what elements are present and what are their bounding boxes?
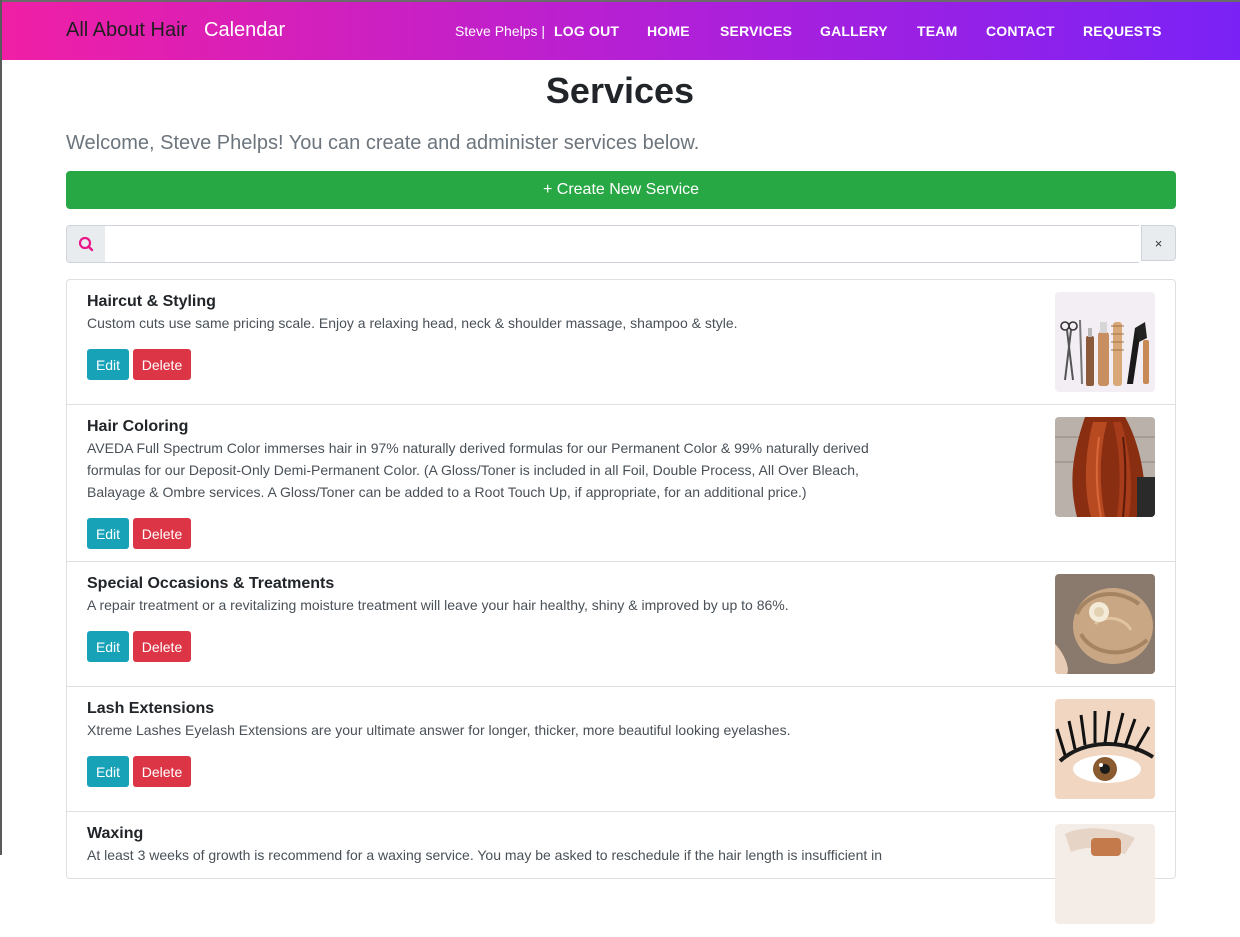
service-image-updo-flower — [1055, 574, 1155, 674]
service-description: A repair treatment or a revitalizing moi… — [87, 597, 789, 613]
service-description: At least 3 weeks of growth is recommend … — [87, 847, 883, 863]
service-name: Lash Extensions — [87, 700, 215, 717]
service-image-red-hair — [1055, 417, 1155, 517]
service-description: Custom cuts use same pricing scale. Enjo… — [87, 315, 738, 331]
nav-link-team[interactable]: TEAM — [917, 23, 957, 39]
window-frame-top — [0, 0, 1240, 2]
search-icon — [66, 225, 106, 263]
service-name: Haircut & Styling — [87, 293, 216, 310]
page-title: Services — [545, 70, 695, 111]
nav-link-requests[interactable]: REQUESTS — [1083, 23, 1162, 39]
nav-link-home[interactable]: HOME — [647, 23, 690, 39]
delete-button[interactable]: Delete — [133, 518, 191, 549]
list-item: Waxing At least 3 weeks of growth is rec… — [67, 812, 1175, 937]
services-list: Haircut & Styling Custom cuts use same p… — [66, 279, 1176, 924]
service-image-eyelashes — [1055, 699, 1155, 799]
nav-link-gallery[interactable]: GALLERY — [820, 23, 888, 39]
nav-link-services[interactable]: SERVICES — [720, 23, 792, 39]
clear-search-button[interactable]: × — [1141, 225, 1176, 261]
service-name: Waxing — [87, 825, 144, 842]
welcome-message: Welcome, Steve Phelps! You can create an… — [66, 132, 700, 154]
edit-button[interactable]: Edit — [87, 631, 129, 662]
service-name: Special Occasions & Treatments — [87, 575, 335, 592]
delete-button[interactable]: Delete — [133, 349, 191, 380]
list-item: Special Occasions & Treatments A repair … — [67, 562, 1175, 687]
nav-link-contact[interactable]: CONTACT — [986, 23, 1055, 39]
current-user-label: Steve Phelps | — [455, 23, 546, 39]
service-description: AVEDA Full Spectrum Color immerses hair … — [87, 440, 869, 500]
list-item: Haircut & Styling Custom cuts use same p… — [67, 280, 1175, 405]
delete-button[interactable]: Delete — [133, 631, 191, 662]
service-image-styling-tools — [1055, 292, 1155, 392]
service-description: Xtreme Lashes Eyelash Extensions are you… — [87, 722, 791, 738]
edit-button[interactable]: Edit — [87, 349, 129, 380]
calendar-link[interactable]: Calendar — [204, 19, 285, 42]
search-input[interactable] — [105, 225, 1139, 263]
delete-button[interactable]: Delete — [133, 756, 191, 787]
top-navbar: All About Hair Calendar Steve Phelps | L… — [0, 0, 1240, 60]
service-name: Hair Coloring — [87, 418, 189, 435]
service-image-waxing — [1055, 824, 1155, 924]
edit-button[interactable]: Edit — [87, 518, 129, 549]
create-service-button[interactable]: + Create New Service — [66, 171, 1176, 209]
list-item: Lash Extensions Xtreme Lashes Eyelash Ex… — [67, 687, 1175, 812]
edit-button[interactable]: Edit — [87, 756, 129, 787]
list-item: Hair Coloring AVEDA Full Spectrum Color … — [67, 405, 1175, 562]
search-bar: × — [66, 225, 1176, 263]
brand-logo[interactable]: All About Hair — [66, 19, 187, 42]
window-frame-left — [0, 0, 2, 855]
logout-link[interactable]: LOG OUT — [554, 23, 619, 39]
